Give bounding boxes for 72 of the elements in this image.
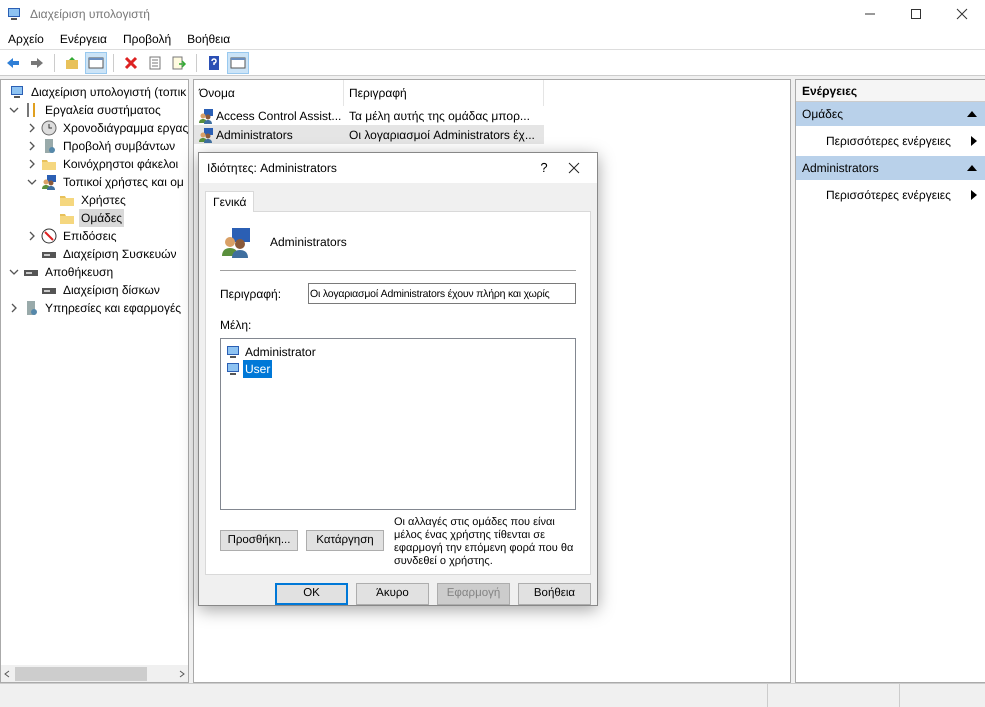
description-field[interactable]: Οι λογαριασμοί Administrators έχουν πλήρη και χωρίς <box>308 283 576 304</box>
group-name: Administrators <box>270 234 347 251</box>
remove-button[interactable]: Κατάργηση <box>306 530 384 551</box>
menu-item[interactable]: Ενέργεια <box>52 30 115 48</box>
tree-item[interactable]: Χρονοδιάγραμμα εργας <box>61 119 188 137</box>
table-cell-text: Τα μέλη αυτής της ομάδας μπορ... <box>348 108 530 124</box>
scroll-left-icon[interactable] <box>3 670 11 678</box>
table-cell-text: Access Control Assist... <box>216 108 342 124</box>
dialog-button[interactable]: OK <box>275 583 348 605</box>
table-row[interactable]: Access Control Assist... Τα μέλη αυτής της ομάδας μπορ... <box>194 106 544 125</box>
section-title: Administrators <box>802 160 879 177</box>
member-item[interactable]: Administrator <box>243 342 318 360</box>
pane-icon[interactable] <box>85 52 107 74</box>
tree-item[interactable]: Χρήστες <box>79 191 128 209</box>
actions-section-header[interactable]: Administrators <box>796 156 985 180</box>
column-header[interactable]: Όνομα <box>194 80 344 106</box>
tree-item[interactable]: Εργαλεία συστήματος <box>43 101 163 119</box>
tree-item[interactable]: Υπηρεσίες και εφαρμογές <box>43 299 184 317</box>
tree-item[interactable]: Κοινόχρηστοι φάκελοι <box>61 155 180 173</box>
tree-item[interactable]: Ομάδες <box>79 209 124 227</box>
dialog-button[interactable]: Βοήθεια <box>518 583 591 605</box>
user-icon <box>225 360 241 376</box>
collapse-triangle-icon[interactable] <box>967 164 977 172</box>
action-link[interactable]: Περισσότερες ενέργειες <box>826 186 951 204</box>
group-icon <box>198 108 214 124</box>
table-cell-text: Administrators <box>216 126 293 144</box>
expand-chevron-icon[interactable] <box>9 303 19 313</box>
clock-icon <box>41 120 57 136</box>
tree-item[interactable]: Διαχείριση υπολογιστή (τοπικ <box>29 83 188 101</box>
scroll-right-icon[interactable] <box>178 670 186 678</box>
horizontal-scrollbar[interactable] <box>1 665 188 682</box>
table-row[interactable]: Administrators Οι λογαριασμοί Administrators έχ... <box>194 125 544 144</box>
info-text: Οι αλλαγές στις ομάδες που είναι μέλος ένας χρήστης τίθενται σε εφαρμογή την επόμενη φορά που θα συνδεθεί ο χρήστης. <box>394 516 574 568</box>
user-icon <box>225 344 241 360</box>
collapse-chevron-icon[interactable] <box>9 267 19 277</box>
collapse-chevron-icon[interactable] <box>27 177 37 187</box>
tree-item[interactable]: Διαχείριση δίσκων <box>61 281 162 299</box>
description-label: Περιγραφή: <box>220 286 282 302</box>
dialog-button[interactable]: Άκυρο <box>356 583 429 605</box>
tree-item[interactable]: Αποθήκευση <box>43 263 116 281</box>
collapse-chevron-icon[interactable] <box>9 105 19 115</box>
tree-item[interactable]: Προβολή συμβάντων <box>61 137 178 155</box>
collapse-triangle-icon[interactable] <box>967 110 977 118</box>
tree-item[interactable]: Επιδόσεις <box>61 227 119 245</box>
dialog-title: Ιδιότητες: Administrators <box>207 160 337 177</box>
members-label: Μέλη: <box>220 317 252 334</box>
actions-section-header[interactable]: Ομάδες <box>796 102 985 126</box>
tree-item[interactable]: Τοπικοί χρήστες και ομ <box>61 173 186 191</box>
section-title: Ομάδες <box>802 106 843 123</box>
menu-item[interactable]: Αρχείο <box>0 30 52 48</box>
submenu-arrow-icon <box>971 190 977 200</box>
submenu-arrow-icon <box>971 136 977 146</box>
help-button[interactable]: ? <box>529 158 559 178</box>
table-cell-text: Οι λογαριασμοί Administrators έχ... <box>348 126 535 144</box>
menu-item[interactable]: Προβολή <box>114 30 180 48</box>
members-list[interactable]: Administrator User <box>220 338 576 510</box>
member-item[interactable]: User <box>243 360 272 378</box>
app-icon <box>6 6 22 22</box>
tree-item[interactable]: Διαχείριση Συσκευών <box>61 245 179 263</box>
add-button[interactable]: Προσθήκη... <box>220 530 298 551</box>
column-header[interactable]: Περιγραφή <box>344 80 544 106</box>
menu-item[interactable]: Βοήθεια <box>179 30 238 48</box>
users-icon <box>41 174 57 190</box>
group-icon <box>220 226 252 258</box>
action-link[interactable]: Περισσότερες ενέργειες <box>826 132 951 150</box>
expand-chevron-icon[interactable] <box>27 231 37 241</box>
group-icon <box>198 126 214 142</box>
computer-icon <box>9 84 25 100</box>
actions-header: Ενέργειες <box>796 80 985 102</box>
tab[interactable]: Γενικά <box>205 191 254 212</box>
window-title: Διαχείριση υπολογιστή <box>30 6 150 23</box>
pane-icon[interactable] <box>227 52 249 74</box>
